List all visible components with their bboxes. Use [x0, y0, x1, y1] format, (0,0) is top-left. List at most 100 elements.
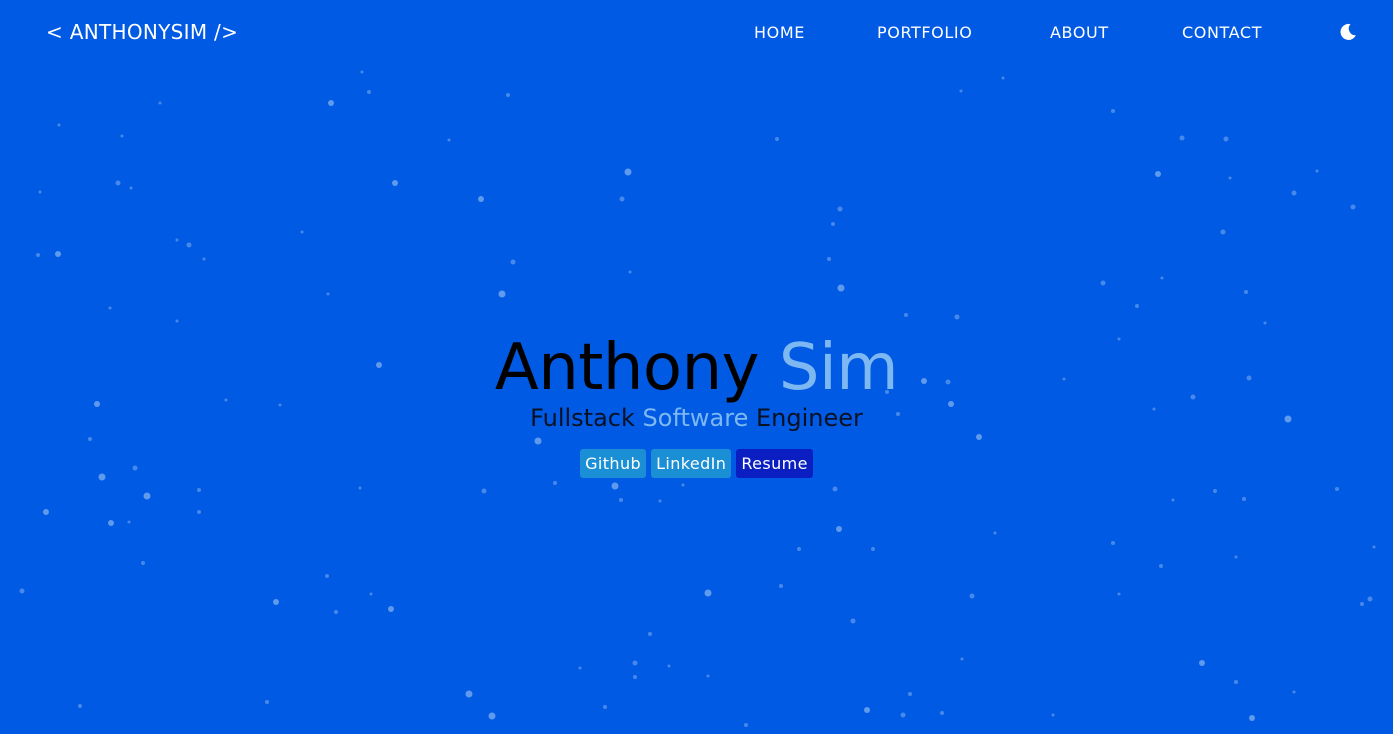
particle-dot [1100, 280, 1106, 286]
particle-dot [1228, 176, 1232, 180]
particle-dot [388, 606, 394, 612]
particle-dot [832, 486, 838, 492]
particle-dot [1315, 169, 1319, 173]
particle-dot [632, 660, 638, 666]
particle-dot [43, 509, 49, 515]
particle-dot [1159, 564, 1163, 568]
particle-dot [1155, 171, 1161, 177]
particle-dot [38, 190, 42, 194]
hero-subtitle: Fullstack Software Engineer [0, 404, 1393, 432]
particle-dot [141, 561, 145, 565]
particle-dot [619, 196, 625, 202]
particle-dot [158, 101, 162, 105]
theme-toggle-button[interactable] [1338, 22, 1358, 42]
particle-dot [658, 499, 662, 503]
particle-dot [779, 584, 783, 588]
particle-dot [1117, 592, 1121, 596]
particle-dot [360, 70, 364, 74]
particle-dot [478, 196, 484, 202]
particle-dot [369, 592, 373, 596]
particle-dot [1160, 276, 1164, 280]
particle-dot [358, 486, 362, 490]
particle-dot [1244, 290, 1248, 294]
nav-link-contact[interactable]: CONTACT [1182, 23, 1262, 42]
particle-dot [202, 257, 206, 261]
particle-dot [36, 253, 40, 257]
particle-dot [506, 93, 510, 97]
particle-dot [197, 488, 201, 492]
hero-first-name: Anthony [494, 331, 760, 405]
particle-dot [960, 657, 964, 661]
particle-dot [667, 664, 671, 668]
particle-dot [1263, 321, 1267, 325]
particle-dot [1372, 545, 1376, 549]
hero-name: Anthony Sim [0, 330, 1393, 406]
particle-dot [940, 711, 944, 715]
particle-dot [78, 704, 82, 708]
particle-dot [1234, 555, 1238, 559]
particle-dot [1291, 190, 1297, 196]
particle-dot [265, 700, 269, 704]
subtitle-word-engineer: Engineer [755, 404, 863, 432]
particle-dot [1179, 135, 1185, 141]
particle-dot [797, 547, 801, 551]
particle-dot [1350, 204, 1356, 210]
particle-dot [1335, 487, 1339, 491]
particle-dot [367, 90, 371, 94]
subtitle-word-fullstack: Fullstack [530, 404, 635, 432]
particle-dot [1199, 660, 1205, 666]
nav-link-portfolio[interactable]: PORTFOLIO [877, 23, 972, 42]
particle-dot [1367, 596, 1373, 602]
nav-link-home[interactable]: HOME [754, 23, 805, 42]
particle-dot [619, 498, 623, 502]
particle-dot [959, 89, 963, 93]
particle-dot [143, 492, 151, 500]
particle-dot [175, 238, 179, 242]
github-button[interactable]: Github [580, 449, 647, 478]
particle-dot [837, 284, 845, 292]
particle-dot [300, 230, 304, 234]
particle-dot [127, 520, 131, 524]
particle-dot [1171, 498, 1175, 502]
particle-dot [706, 674, 710, 678]
navbar: < ANTHONYSIM /> HOME PORTFOLIO ABOUT CON… [0, 0, 1393, 66]
particle-dot [681, 483, 685, 487]
particle-dot [108, 306, 112, 310]
particle-dot [55, 251, 61, 257]
hero-section: Anthony Sim Fullstack Software Engineer … [0, 330, 1393, 478]
particle-dot [850, 618, 856, 624]
particle-dot [633, 675, 637, 679]
particle-dot [744, 723, 748, 727]
particle-dot [325, 574, 329, 578]
hero-buttons: Github LinkedIn Resume [0, 449, 1393, 478]
hero-last-name: Sim [778, 331, 899, 405]
particle-dot [129, 186, 133, 190]
moon-icon [1340, 23, 1356, 40]
particle-dot [611, 482, 619, 490]
nav-link-about[interactable]: ABOUT [1050, 23, 1109, 42]
particle-dot [1220, 229, 1226, 235]
particle-dot [465, 690, 473, 698]
particle-dot [273, 599, 279, 605]
particle-dot [1051, 713, 1055, 717]
particle-dot [1249, 715, 1255, 721]
particle-dot [1111, 109, 1115, 113]
particle-dot [488, 712, 496, 720]
particle-dot [1234, 680, 1238, 684]
particle-dot [837, 206, 843, 212]
particle-dot [704, 589, 712, 597]
particle-dot [334, 610, 338, 614]
subtitle-word-software: Software [642, 404, 749, 432]
linkedin-button[interactable]: LinkedIn [651, 449, 732, 478]
particle-dot [120, 134, 124, 138]
brand-logo[interactable]: < ANTHONYSIM /> [46, 20, 238, 44]
particle-dot [831, 222, 835, 226]
particle-dot [1001, 76, 1005, 80]
particle-dot [578, 666, 582, 670]
particle-dot [553, 481, 557, 485]
resume-button[interactable]: Resume [736, 449, 813, 478]
particle-dot [836, 526, 842, 532]
particle-dot [498, 290, 506, 298]
particle-dot [969, 593, 975, 599]
particle-dot [108, 520, 114, 526]
